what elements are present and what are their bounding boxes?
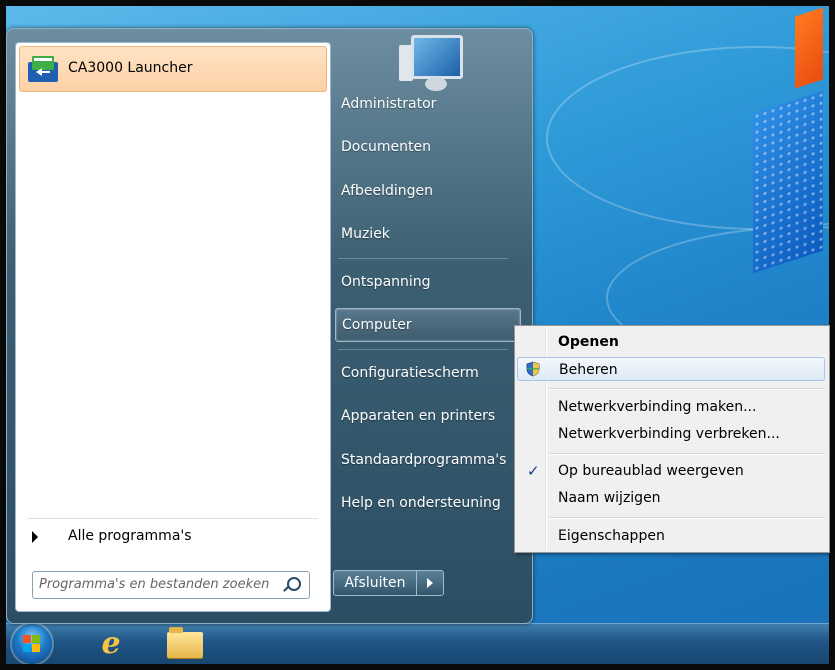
windows-flag-icon xyxy=(23,635,41,653)
start-menu-left-pane: CA3000 Launcher Alle programma's xyxy=(15,42,331,612)
ctx-item-label: Eigenschappen xyxy=(558,528,665,544)
ctx-item-beheren[interactable]: Beheren xyxy=(517,357,825,381)
ctx-item-label: Netwerkverbinding maken... xyxy=(558,399,757,415)
right-pane-item-standaardprogrammas[interactable]: Standaardprogramma's xyxy=(335,444,521,476)
right-pane-item-apparaten-en-printers[interactable]: Apparaten en printers xyxy=(335,400,521,432)
ctx-item-op-bureaublad-weergeven[interactable]: ✓ Op bureaublad weergeven xyxy=(517,459,825,483)
left-pane-divider xyxy=(28,518,318,519)
all-programs-button[interactable]: Alle programma's xyxy=(22,523,322,551)
uac-shield-icon xyxy=(526,361,540,377)
ctx-separator xyxy=(549,517,825,519)
ctx-item-naam-wijzigen[interactable]: Naam wijzigen xyxy=(517,486,825,510)
right-pane-item-afbeeldingen[interactable]: Afbeeldingen xyxy=(335,175,521,207)
ctx-item-openen[interactable]: Openen xyxy=(517,330,825,354)
ctx-item-eigenschappen[interactable]: Eigenschappen xyxy=(517,524,825,548)
context-menu: Openen Beheren Netwerkverbinding maken..… xyxy=(514,325,830,553)
right-pane-item-muziek[interactable]: Muziek xyxy=(335,218,521,250)
start-orb-icon[interactable] xyxy=(12,624,52,664)
shutdown-options-arrow[interactable] xyxy=(416,570,444,596)
ctx-item-label: Openen xyxy=(558,334,619,350)
screenshot-frame: e CA3000 Launcher Alle programma's Progr… xyxy=(0,0,835,670)
pinned-item-label: CA3000 Launcher xyxy=(68,60,193,76)
right-pane-item-help-en-ondersteuning[interactable]: Help en ondersteuning xyxy=(335,487,521,519)
pinned-item-ca3000-launcher[interactable]: CA3000 Launcher xyxy=(19,46,327,92)
right-pane-item-administrator[interactable]: Administrator xyxy=(335,88,521,120)
right-pane-item-documenten[interactable]: Documenten xyxy=(335,131,521,163)
ca3000-launcher-icon xyxy=(28,56,58,82)
search-input[interactable] xyxy=(39,575,279,593)
windows-explorer-icon[interactable] xyxy=(167,627,203,658)
all-programs-label: Alle programma's xyxy=(68,528,192,544)
checkmark-icon: ✓ xyxy=(527,462,540,480)
taskbar: e xyxy=(6,623,829,664)
ctx-item-netwerkverbinding-verbreken[interactable]: Netwerkverbinding verbreken... xyxy=(517,422,825,446)
right-pane-item-computer[interactable]: Computer xyxy=(335,308,521,342)
right-pane-divider xyxy=(338,258,508,259)
ctx-item-label: Netwerkverbinding verbreken... xyxy=(558,426,780,442)
ctx-item-label: Naam wijzigen xyxy=(558,490,661,506)
search-icon[interactable] xyxy=(287,577,301,591)
ctx-item-label: Beheren xyxy=(559,362,618,378)
ctx-item-label: Op bureaublad weergeven xyxy=(558,463,744,479)
right-pane-divider xyxy=(338,349,508,350)
search-box xyxy=(32,571,310,599)
ctx-item-netwerkverbinding-maken[interactable]: Netwerkverbinding maken... xyxy=(517,395,825,419)
internet-explorer-icon[interactable]: e xyxy=(94,628,128,660)
wallpaper-logo-red xyxy=(795,7,823,89)
ctx-separator xyxy=(549,453,825,455)
wallpaper-logo-blue xyxy=(753,90,823,274)
right-pane-item-ontspanning[interactable]: Ontspanning xyxy=(335,266,521,298)
ctx-separator xyxy=(549,388,825,390)
shutdown-button[interactable]: Afsluiten xyxy=(333,570,417,596)
triangle-right-icon xyxy=(32,531,38,543)
right-pane-item-configuratiescherm[interactable]: Configuratiescherm xyxy=(335,357,521,389)
